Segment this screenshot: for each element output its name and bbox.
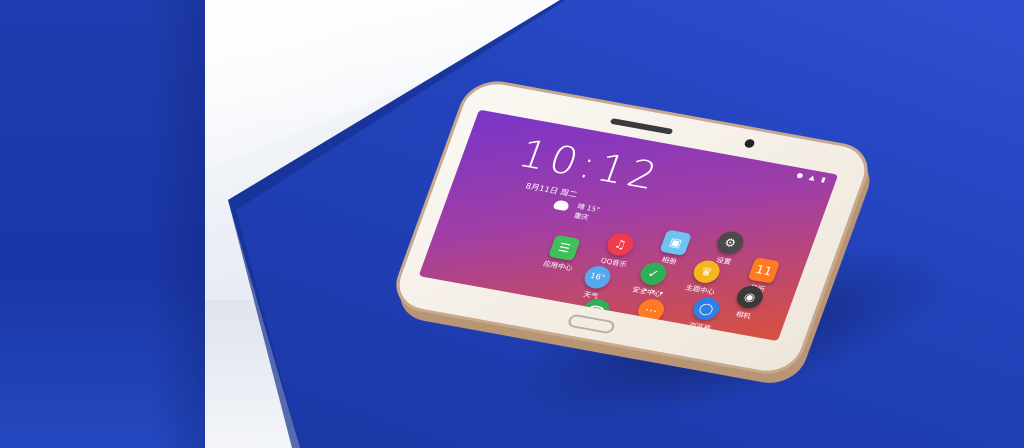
camera-lens-icon: ◉ (733, 283, 767, 311)
photo-icon: ▣ (659, 229, 692, 256)
chat-bubble-icon: ⋯ (634, 297, 668, 324)
phone-screen: ● ▲ ▮ 10:12 8月11日 周二 晴 15° 重庆 ⚙ 设置 ▣ 相册 … (418, 109, 839, 342)
product-photo: ● ▲ ▮ 10:12 8月11日 周二 晴 15° 重庆 ⚙ 设置 ▣ 相册 … (0, 0, 1024, 448)
cloud-icon (552, 199, 571, 212)
shield-check-icon: ✓ (637, 260, 670, 287)
shopping-bag-icon: ☰ (548, 234, 581, 262)
weather-city: 重庆 (572, 211, 590, 222)
wall-shadow (150, 0, 205, 448)
app-messages[interactable]: ⋯ 短信 (618, 295, 680, 338)
status-bar-icons: ● ▲ ▮ (795, 171, 829, 185)
browser-compass-icon: ◯ (689, 295, 723, 322)
app-browser[interactable]: ◯ 浏览器 (673, 293, 735, 336)
front-camera-icon (743, 138, 756, 149)
earpiece-speaker (609, 118, 674, 135)
gear-icon: ⚙ (713, 229, 747, 257)
music-note-icon: ♫ (604, 231, 637, 258)
home-button[interactable] (566, 313, 617, 335)
crown-icon: ♛ (690, 258, 723, 285)
calendar-icon: 11 (747, 257, 781, 284)
weather-icon: 16° (581, 264, 614, 291)
